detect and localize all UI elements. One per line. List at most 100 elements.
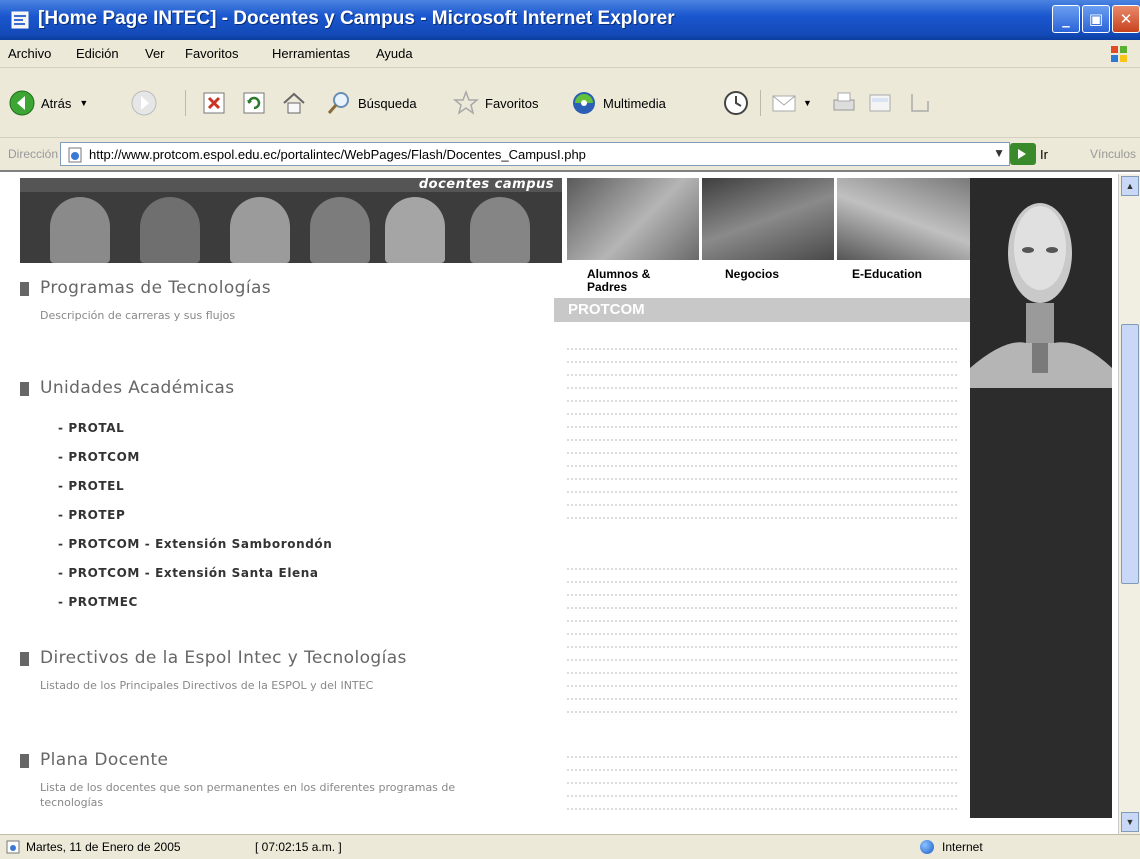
discuss-button[interactable] xyxy=(906,83,939,123)
menu-bar: Archivo Edición Ver Favoritos Herramient… xyxy=(0,40,1140,68)
menu-favoritos[interactable]: Favoritos xyxy=(185,46,238,61)
stop-button[interactable] xyxy=(200,83,233,123)
programas-description: Descripción de carreras y sus flujos xyxy=(40,309,236,322)
robot-animation-pane xyxy=(970,178,1112,818)
internet-zone-icon xyxy=(920,840,934,854)
menu-edicion[interactable]: Edición xyxy=(76,46,119,61)
address-url: http://www.protcom.espol.edu.ec/portalin… xyxy=(89,147,586,162)
unit-link-protcom-samborondon[interactable]: - PROTCOM - Extensión Samborondón xyxy=(58,537,332,551)
media-button[interactable]: Multimedia xyxy=(570,83,666,123)
negocios-link[interactable]: Negocios xyxy=(725,268,779,281)
minimize-button[interactable]: _ xyxy=(1052,5,1080,33)
robot-figure xyxy=(970,178,1112,388)
banner-title: docentes campus xyxy=(418,178,554,192)
print-icon xyxy=(833,92,855,111)
search-icon xyxy=(327,92,349,114)
title-bar: [Home Page INTEC] - Docentes y Campus - … xyxy=(0,0,1140,40)
page-content: docentes campus Programas de Tecnologías… xyxy=(0,170,1140,834)
section-bullet-icon xyxy=(20,282,29,296)
directivos-description: Listado de los Principales Directivos de… xyxy=(40,679,374,692)
links-label[interactable]: Vínculos xyxy=(1090,147,1136,161)
banner-photo xyxy=(470,197,530,263)
unit-link-protmec[interactable]: - PROTMEC xyxy=(58,595,138,609)
favorites-label: Favoritos xyxy=(485,95,539,111)
back-button[interactable]: Atrás ▼ xyxy=(8,83,88,123)
home-icon xyxy=(283,92,305,114)
toolbar-separator xyxy=(760,90,761,116)
windows-logo-icon xyxy=(1111,46,1127,62)
forward-button[interactable] xyxy=(130,83,163,123)
history-button[interactable] xyxy=(722,83,755,123)
programas-heading[interactable]: Programas de Tecnologías xyxy=(40,278,271,298)
middle-pane: Alumnos & Padres Negocios E-Education PR… xyxy=(554,178,970,821)
mail-button[interactable]: ▼ xyxy=(770,83,812,123)
alumnos-padres-link[interactable]: Alumnos & Padres xyxy=(587,268,677,294)
history-icon xyxy=(724,91,748,115)
address-dropdown-icon[interactable]: ▼ xyxy=(993,146,1005,160)
stop-icon xyxy=(203,92,225,114)
scroll-thumb[interactable] xyxy=(1121,324,1139,584)
unit-link-protal[interactable]: - PROTAL xyxy=(58,421,124,435)
search-button[interactable]: Búsqueda xyxy=(325,83,417,123)
faint-text-block xyxy=(567,756,957,821)
mail-dropdown-icon[interactable]: ▼ xyxy=(803,98,812,108)
back-arrow-icon xyxy=(9,90,35,116)
eeducation-photo[interactable] xyxy=(837,178,970,260)
back-dropdown-icon[interactable]: ▼ xyxy=(79,98,88,108)
refresh-icon xyxy=(243,92,265,114)
directivos-heading[interactable]: Directivos de la Espol Intec y Tecnologí… xyxy=(40,648,407,668)
docentes-campus-banner: docentes campus xyxy=(20,178,562,263)
status-date: Martes, 11 de Enero de 2005 xyxy=(26,840,181,854)
status-time: [ 07:02:15 a.m. ] xyxy=(255,840,342,854)
maximize-button[interactable]: ▣ xyxy=(1082,5,1110,33)
address-input[interactable]: http://www.protcom.espol.edu.ec/portalin… xyxy=(60,142,1010,166)
banner-photo xyxy=(140,197,200,263)
toolbar: Atrás ▼ Búsqueda Favoritos Multimedia ▼ xyxy=(0,68,1140,138)
print-button[interactable] xyxy=(830,83,863,123)
vertical-scrollbar[interactable]: ▲ ▼ xyxy=(1118,174,1140,834)
go-button[interactable] xyxy=(1010,143,1036,165)
go-label[interactable]: Ir xyxy=(1040,147,1048,162)
edit-button[interactable] xyxy=(866,83,899,123)
banner-photo xyxy=(310,197,370,263)
close-button[interactable]: ✕ xyxy=(1112,5,1140,33)
mail-icon xyxy=(772,95,796,112)
back-label: Atrás xyxy=(41,95,72,111)
unit-link-protel[interactable]: - PROTEL xyxy=(58,479,124,493)
section-bullet-icon xyxy=(20,382,29,396)
section-bullet-icon xyxy=(20,652,29,666)
unit-link-protcom[interactable]: - PROTCOM xyxy=(58,450,140,464)
browser-window: [Home Page INTEC] - Docentes y Campus - … xyxy=(0,0,1140,859)
unit-link-protep[interactable]: - PROTEP xyxy=(58,508,125,522)
banner-photo xyxy=(230,197,290,263)
discuss-icon xyxy=(911,94,929,112)
toolbar-separator xyxy=(185,90,186,116)
faint-text-block xyxy=(567,348,957,530)
refresh-button[interactable] xyxy=(240,83,273,123)
status-zone: Internet xyxy=(942,840,983,854)
window-title: [Home Page INTEC] - Docentes y Campus - … xyxy=(38,8,675,29)
plana-description: Lista de los docentes que son permanente… xyxy=(40,781,456,809)
protcom-header-bar: PROTCOM xyxy=(554,298,970,322)
address-label: Dirección xyxy=(8,147,59,161)
home-button[interactable] xyxy=(280,83,313,123)
page-icon xyxy=(68,147,82,163)
plana-heading[interactable]: Plana Docente xyxy=(40,750,168,770)
status-bar: Martes, 11 de Enero de 2005 [ 07:02:15 a… xyxy=(0,834,1140,859)
menu-ayuda[interactable]: Ayuda xyxy=(376,46,413,61)
banner-photo xyxy=(385,197,445,263)
address-bar: Dirección http://www.protcom.espol.edu.e… xyxy=(0,138,1140,170)
unidades-heading[interactable]: Unidades Académicas xyxy=(40,378,235,398)
unit-link-protcom-santa-elena[interactable]: - PROTCOM - Extensión Santa Elena xyxy=(58,566,319,580)
alumnos-photo[interactable] xyxy=(567,178,699,260)
media-icon xyxy=(573,92,595,114)
favorites-button[interactable]: Favoritos xyxy=(452,83,538,123)
scroll-down-icon[interactable]: ▼ xyxy=(1121,812,1139,832)
negocios-photo[interactable] xyxy=(702,178,834,260)
ie-page-icon xyxy=(11,11,29,29)
menu-archivo[interactable]: Archivo xyxy=(8,46,51,61)
menu-ver[interactable]: Ver xyxy=(145,46,165,61)
menu-herramientas[interactable]: Herramientas xyxy=(272,46,350,61)
scroll-up-icon[interactable]: ▲ xyxy=(1121,176,1139,196)
eeducation-link[interactable]: E-Education xyxy=(852,268,922,281)
